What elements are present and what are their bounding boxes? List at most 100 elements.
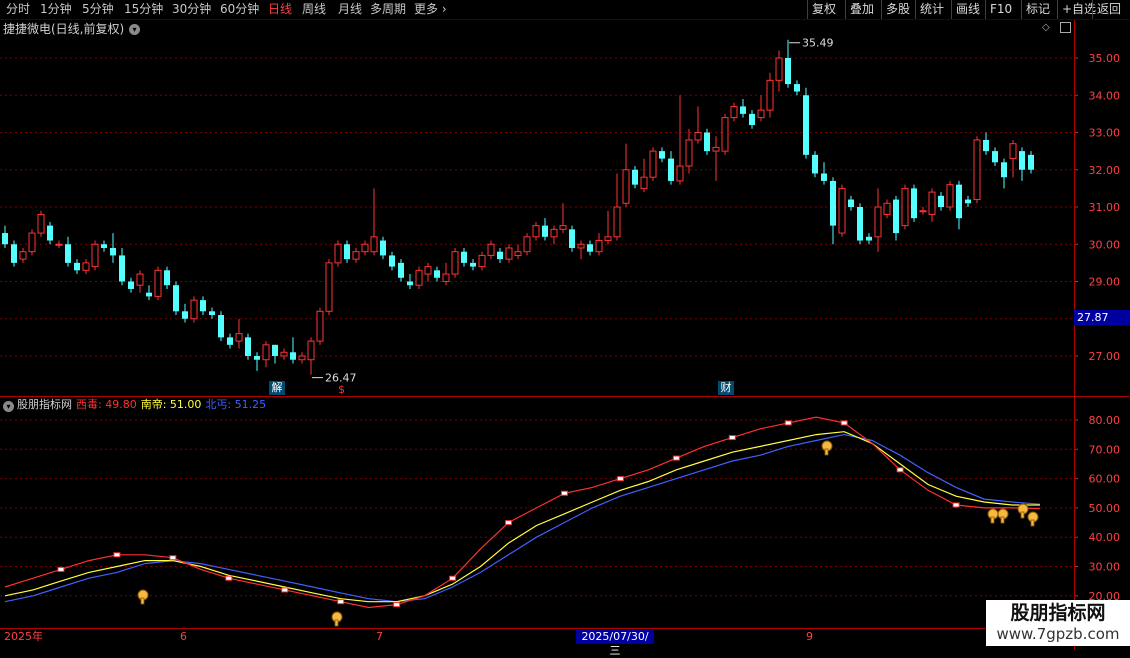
candle — [740, 98, 746, 118]
chevron-down-icon[interactable]: ▾ — [3, 401, 14, 412]
finance-badge[interactable]: 财 — [718, 381, 734, 395]
candle-body — [154, 269, 162, 297]
window-toggle-icon[interactable] — [1060, 22, 1071, 33]
candle — [766, 72, 774, 118]
signal-marker — [672, 455, 680, 461]
candle — [757, 95, 765, 122]
candle-body — [28, 232, 36, 253]
candle — [209, 307, 215, 319]
toolbar-button[interactable]: 多股 — [881, 0, 915, 19]
candle — [361, 240, 369, 256]
candle — [712, 136, 720, 181]
toolbar-button[interactable]: 叠加 — [845, 0, 881, 19]
toolbar-button[interactable]: 统计 — [915, 0, 951, 19]
candle — [640, 158, 648, 193]
candle — [218, 311, 224, 342]
toolbar-button[interactable]: F10 — [985, 0, 1021, 19]
candle-body — [361, 243, 369, 253]
candle-body — [577, 243, 585, 249]
toolbar-button[interactable]: 返回 — [1092, 0, 1130, 19]
candle — [965, 195, 971, 207]
y-tick-label: 30.00 — [1089, 238, 1121, 251]
signal-hand-icon — [137, 589, 149, 605]
x-axis-label: 2025年 — [4, 630, 43, 643]
candle-body — [344, 244, 350, 260]
candle — [325, 259, 333, 316]
candle-body — [1028, 154, 1034, 170]
period-tab[interactable]: 60分钟 — [220, 1, 259, 17]
candle — [461, 247, 467, 267]
indicator-name[interactable]: 股朋指标网 — [17, 398, 72, 411]
toolbar-button[interactable]: 画线 — [951, 0, 985, 19]
candle-body — [919, 210, 927, 213]
candle-body — [569, 229, 575, 248]
candle — [478, 251, 486, 271]
stock-title[interactable]: 捷捷微电(日线,前复权) — [3, 20, 124, 38]
candle — [1001, 158, 1007, 189]
candle — [749, 110, 755, 129]
y-tick-label: 32.00 — [1089, 164, 1121, 177]
candle-body — [190, 299, 198, 320]
indicator-lines — [4, 416, 1041, 627]
candle — [803, 87, 809, 159]
candle-body — [101, 244, 107, 248]
candle-body — [47, 225, 53, 241]
candle — [938, 192, 944, 211]
period-tab[interactable]: 1分钟 — [40, 1, 72, 17]
candle — [407, 274, 413, 289]
period-tab[interactable]: 更多 › — [414, 1, 447, 17]
candle — [254, 352, 260, 371]
candle — [505, 244, 513, 263]
candle — [74, 259, 80, 275]
candle-body — [668, 158, 674, 181]
chart-canvas[interactable]: 35.0034.0033.0032.0031.0030.0029.0028.00… — [0, 0, 1130, 650]
period-tab[interactable]: 月线 — [338, 1, 362, 17]
signal-marker — [505, 520, 513, 526]
y-tick-label: 29.00 — [1089, 276, 1121, 289]
candle — [632, 166, 638, 189]
candle-body — [659, 151, 665, 159]
period-tab[interactable]: 5分钟 — [82, 1, 114, 17]
candle — [316, 307, 324, 345]
period-tab[interactable]: 15分钟 — [124, 1, 163, 17]
candle — [532, 221, 540, 241]
candle-body — [227, 337, 233, 345]
candle-body — [622, 169, 630, 204]
candle — [82, 259, 90, 275]
dividend-badge[interactable]: $ — [338, 384, 345, 396]
x-axis-label: 6 — [180, 630, 187, 643]
candle-body — [218, 315, 224, 338]
diamond-icon[interactable]: ◇ — [1042, 23, 1052, 33]
candle-body — [325, 262, 333, 312]
candle-body — [1009, 143, 1017, 160]
candle — [424, 262, 432, 282]
candle-body — [946, 184, 954, 208]
candle — [1009, 139, 1017, 178]
unlock-badge[interactable]: 解 — [269, 381, 285, 395]
candle-body — [497, 251, 503, 260]
candle-body — [550, 228, 558, 238]
candle — [569, 225, 575, 252]
signal-marker — [113, 552, 121, 558]
candle-body — [532, 225, 540, 238]
high-price-label: 35.49 — [802, 37, 834, 50]
candle-body — [928, 191, 936, 215]
toolbar-button[interactable]: +自选 — [1057, 0, 1096, 19]
period-tab[interactable]: 分时 — [6, 1, 30, 17]
period-tab[interactable]: 日线 — [268, 1, 292, 17]
candle — [19, 247, 27, 263]
toolbar-button[interactable]: 标记 — [1021, 0, 1057, 19]
y-tick-label: 33.00 — [1089, 127, 1121, 140]
period-tab[interactable]: 周线 — [302, 1, 326, 17]
period-tab[interactable]: 多周期 — [370, 1, 406, 17]
candle-body — [749, 113, 755, 126]
candle-body — [415, 269, 423, 286]
candle — [577, 240, 585, 260]
signal-marker — [784, 420, 792, 426]
chevron-down-icon[interactable]: ▾ — [129, 24, 140, 35]
candle-body — [424, 266, 432, 275]
candle — [344, 240, 350, 263]
period-tab[interactable]: 30分钟 — [172, 1, 211, 17]
toolbar-button[interactable]: 复权 — [807, 0, 845, 19]
candle-body — [965, 199, 971, 204]
